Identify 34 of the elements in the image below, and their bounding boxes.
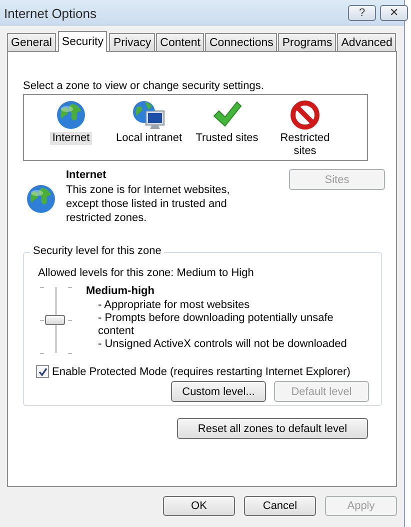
allowed-levels-text: Allowed levels for this zone: Medium to High [38, 267, 255, 279]
level-slider[interactable] [40, 287, 72, 353]
tab[interactable]: Programs [278, 33, 336, 51]
zone-description: This zone is for Internet websites, except those listed in trusted and restricted zones. [66, 183, 231, 225]
zone-item[interactable]: Local intranet [114, 132, 184, 145]
level-description: - Prompts before downloading potentially unsafe content [97, 312, 334, 338]
globe-icon[interactable] [55, 98, 87, 132]
zone-item[interactable]: Internet [50, 132, 92, 145]
level-description: - Unsigned ActiveX controls will not be downloaded [97, 338, 348, 351]
checkbox-label[interactable]: Enable Protected Mode (requires restarting Internet Explorer) [52, 366, 350, 378]
group-label: Security level for this zone [30, 245, 164, 257]
button[interactable]: Custom level... [171, 381, 266, 402]
close-button[interactable]: ✕ [380, 5, 408, 21]
tab[interactable]: Content [156, 33, 204, 51]
tab[interactable]: Connections [205, 33, 278, 51]
zone-item[interactable]: Trusted sites [194, 132, 260, 145]
prohibited-icon[interactable] [289, 98, 321, 132]
button[interactable]: OK [163, 496, 235, 516]
help-button[interactable]: ? [348, 5, 376, 21]
zone-prompt: Select a zone to view or change security settings. [23, 80, 265, 92]
globe-icon [25, 183, 57, 215]
tab[interactable]: General [7, 33, 56, 51]
globe-computer-icon[interactable] [131, 98, 167, 132]
tab[interactable]: Advanced [337, 33, 396, 51]
zone-item[interactable]: Restricted sites [268, 132, 342, 158]
level-description: - Appropriate for most websites [97, 299, 251, 312]
tab[interactable]: Privacy [109, 33, 156, 51]
zone-title: Internet [66, 169, 108, 181]
button[interactable]: Cancel [244, 496, 316, 516]
window-title: Internet Options [4, 6, 96, 20]
checkbox[interactable] [36, 365, 49, 378]
tab[interactable]: Security [58, 31, 108, 52]
button[interactable]: Reset all zones to default level [177, 418, 368, 439]
level-name: Medium-high [86, 285, 156, 298]
